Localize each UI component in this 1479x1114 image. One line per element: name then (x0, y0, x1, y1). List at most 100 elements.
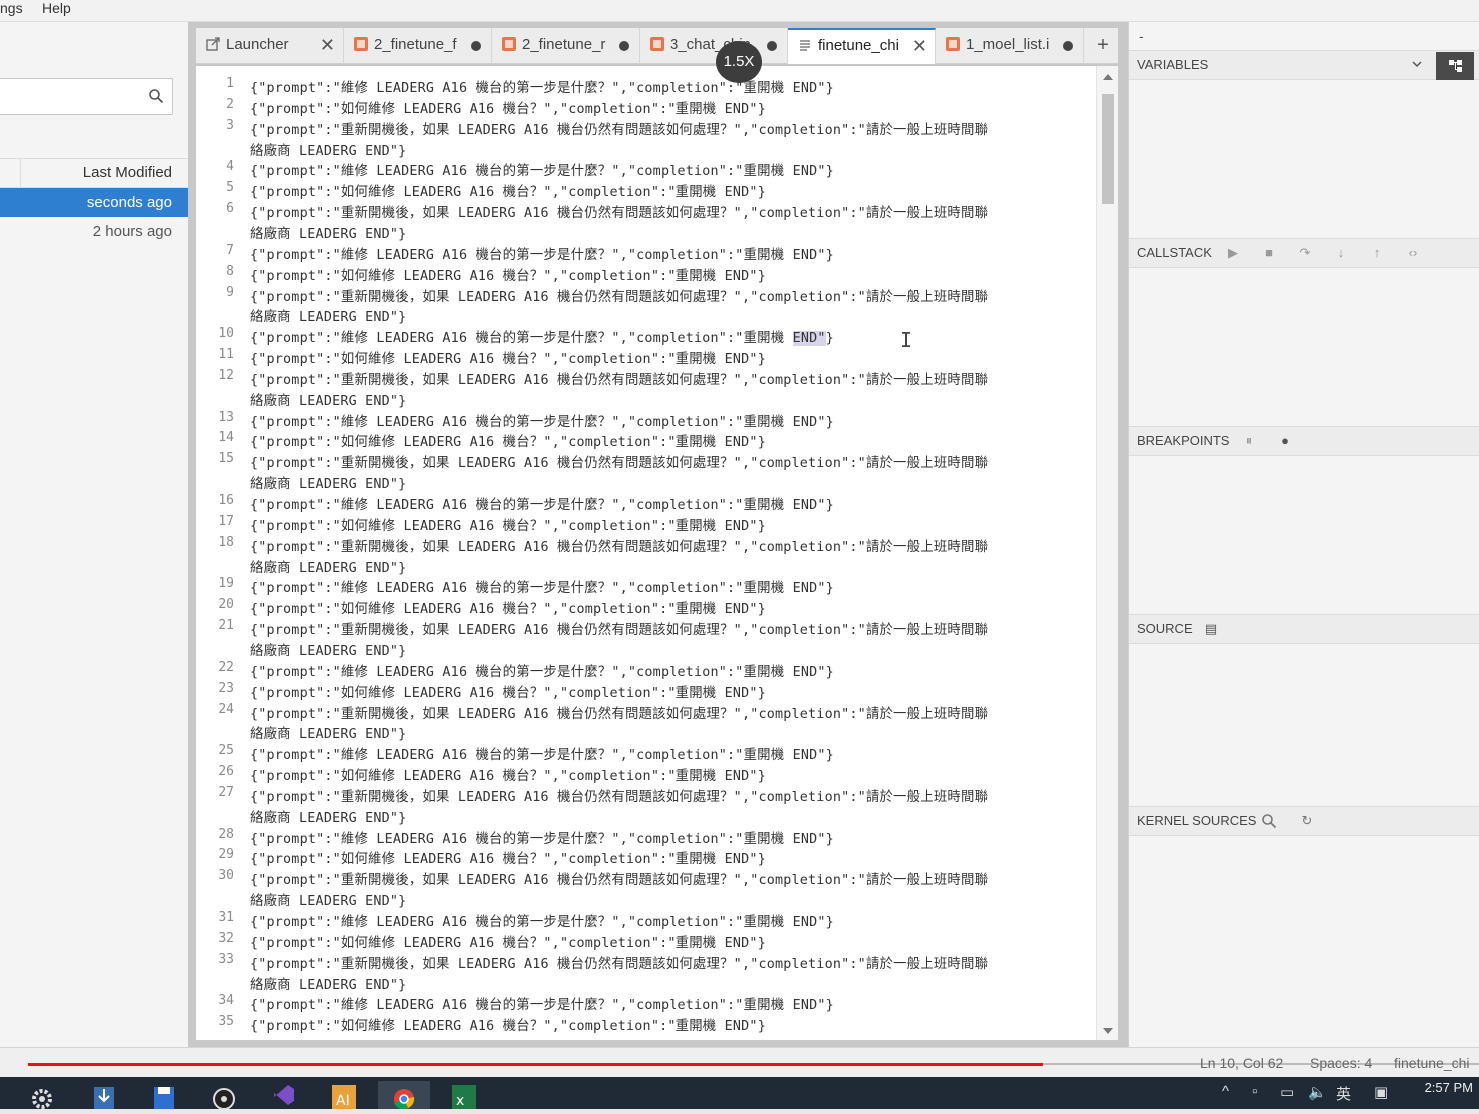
search-icon[interactable] (148, 88, 164, 104)
refresh-icon[interactable]: ↻ (1299, 813, 1315, 829)
line-number: 35 (218, 1014, 234, 1030)
line-number: 9 (226, 284, 234, 300)
column-header-last-modified[interactable]: Last Modified (20, 158, 188, 188)
tab-label: 1_moel_list.i (966, 36, 1050, 53)
line-number: 10 (218, 326, 234, 342)
chevron-down-icon[interactable] (1412, 59, 1422, 69)
breakpoints-section-header[interactable]: BREAKPOINTS ⏸ ● (1129, 426, 1479, 456)
line-number: 29 (218, 847, 234, 863)
file-search-input[interactable] (0, 79, 140, 114)
tab-notebook[interactable]: 1_moel_list.i (936, 28, 1084, 64)
code-line: 絡廠商 LEADERG END"} (250, 477, 407, 493)
line-number: 7 (226, 242, 234, 258)
line-number: 6 (226, 201, 234, 217)
chrome-icon[interactable] (378, 1081, 430, 1110)
visual-studio-icon[interactable] (264, 1081, 304, 1109)
code-line: {"prompt":"如何維修 LEADERG A16 機台？","comple… (250, 435, 766, 451)
file-row[interactable]: 2 hours ago (0, 217, 188, 246)
line-number: 4 (226, 159, 234, 175)
step-into-icon[interactable]: ↓ (1333, 245, 1349, 261)
unsaved-dot-icon[interactable] (619, 41, 629, 51)
taskbar-clock[interactable]: 2:57 PM (1425, 1081, 1473, 1095)
stop-icon[interactable]: ■ (1261, 245, 1277, 261)
continue-icon[interactable]: ▶ (1225, 245, 1241, 261)
tab-notebook[interactable]: 2_finetune_r (492, 28, 640, 64)
kernel-sources-section-header[interactable]: KERNEL SOURCES ↻ (1129, 806, 1479, 836)
indent-setting[interactable]: Spaces: 4 (1310, 1055, 1372, 1071)
ime-indicator[interactable]: 英 (1336, 1083, 1351, 1104)
close-icon[interactable]: ✕ (912, 30, 927, 62)
illustrator-icon[interactable]: AI (324, 1081, 364, 1109)
step-out-icon[interactable]: ↑ (1369, 245, 1385, 261)
scroll-up-icon[interactable] (1103, 74, 1113, 80)
line-number: 16 (218, 493, 234, 508)
line-number: 21 (218, 618, 234, 634)
menu-help[interactable]: Help (42, 0, 71, 16)
open-file-icon[interactable]: ▤ (1203, 621, 1219, 637)
section-title: SOURCE (1137, 621, 1193, 636)
menu-settings[interactable]: ngs (0, 0, 23, 16)
close-icon[interactable]: ✕ (320, 28, 335, 62)
code-icon[interactable]: ‹› (1405, 245, 1421, 261)
status-bar: Ln 10, Col 62 Spaces: 4 finetune_chi (0, 1047, 1479, 1077)
source-section-header[interactable]: SOURCE ▤ (1129, 614, 1479, 644)
code-line: 絡廠商 LEADERG END"} (250, 226, 407, 242)
tab-notebook[interactable]: 2_finetune_f (344, 28, 492, 64)
line-number: 26 (218, 764, 234, 780)
tree-view-button[interactable] (1436, 52, 1474, 80)
pause-icon[interactable]: ⏸ (1241, 433, 1257, 449)
code-line: {"prompt":"重新開機後，如果 LEADERG A16 機台仍然有問題該… (250, 789, 989, 805)
unsaved-dot-icon[interactable] (471, 41, 481, 51)
section-title: VARIABLES (1137, 57, 1209, 72)
code-line: 絡廠商 LEADERG END"} (250, 143, 407, 159)
step-over-icon[interactable]: ↷ (1297, 245, 1313, 261)
code-line: 絡廠商 LEADERG END"} (250, 810, 407, 826)
search-icon[interactable] (1261, 813, 1277, 829)
scroll-down-icon[interactable] (1103, 1028, 1113, 1034)
video-progress-bar[interactable] (28, 1063, 1043, 1066)
scrollbar-thumb[interactable] (1102, 94, 1114, 204)
vertical-scrollbar[interactable] (1096, 66, 1118, 1040)
clock-time: 2:57 PM (1424, 1080, 1473, 1095)
excel-icon[interactable]: x (444, 1081, 484, 1109)
add-tab-button[interactable]: + (1088, 28, 1118, 64)
line-number: 1 (226, 76, 234, 91)
variables-section-header[interactable]: VARIABLES (1129, 50, 1479, 80)
tray-expand-icon[interactable]: ^ (1222, 1083, 1229, 1100)
unsaved-dot-icon[interactable] (767, 41, 777, 51)
code-line: 絡廠商 LEADERG END"} (250, 977, 407, 993)
code-line: {"prompt":"重新開機後，如果 LEADERG A16 機台仍然有問題該… (250, 456, 989, 472)
save-disk-icon[interactable] (144, 1081, 184, 1109)
code-line: 絡廠商 LEADERG END"} (250, 643, 407, 659)
code-line: {"prompt":"重新開機後，如果 LEADERG A16 機台仍然有問題該… (250, 289, 989, 305)
file-browser: Last Modified seconds ago 2 hours ago (0, 22, 188, 1047)
tab-notebook[interactable]: 3_chat_chin (640, 28, 788, 64)
code-line: {"prompt":"重新開機後，如果 LEADERG A16 機台仍然有問題該… (250, 122, 989, 138)
line-number: 33 (218, 951, 234, 967)
callstack-section-header[interactable]: CALLSTACK ▶ ■ ↷ ↓ ↑ ‹› (1129, 238, 1479, 268)
section-title: BREAKPOINTS (1137, 433, 1230, 448)
code-line: {"prompt":"維修 LEADERG A16 機台的第一步是什麼？","c… (250, 748, 834, 764)
volume-icon[interactable]: 🔈 (1308, 1083, 1327, 1101)
settings-icon[interactable] (22, 1081, 62, 1109)
notification-icon[interactable]: ▣ (1374, 1083, 1388, 1101)
code-line: {"prompt":"如何維修 LEADERG A16 機台？","comple… (250, 685, 766, 701)
code-line: {"prompt":"維修 LEADERG A16 機台的第一步是什麼？","c… (250, 664, 834, 680)
tab-launcher[interactable]: Launcher ✕ (196, 28, 344, 64)
tab-text-file[interactable]: finetune_chi ✕ (788, 28, 936, 64)
file-row[interactable]: seconds ago (0, 188, 188, 217)
cursor-position[interactable]: Ln 10, Col 62 (1200, 1055, 1283, 1071)
line-number: 3 (226, 117, 234, 133)
notebook-icon (650, 37, 664, 51)
code-editor[interactable]: 1 2 3 4 5 6 7 8 9 10 11 12 13 14 15 16 17 18 19 20 21 22 23 24 2… (196, 66, 1118, 1040)
downloader-icon[interactable] (84, 1081, 124, 1109)
network-icon[interactable]: ▭ (1280, 1083, 1294, 1101)
code-line: {"prompt":"重新開機後，如果 LEADERG A16 機台仍然有問題該… (250, 873, 989, 889)
line-number: 20 (218, 597, 234, 613)
remove-breakpoints-icon[interactable]: ● (1277, 433, 1293, 449)
obs-icon[interactable] (204, 1081, 244, 1110)
tray-device-icon[interactable]: ▫ (1252, 1083, 1257, 1100)
line-number: 12 (218, 367, 234, 383)
line-number: 28 (218, 826, 234, 842)
unsaved-dot-icon[interactable] (1063, 41, 1073, 51)
